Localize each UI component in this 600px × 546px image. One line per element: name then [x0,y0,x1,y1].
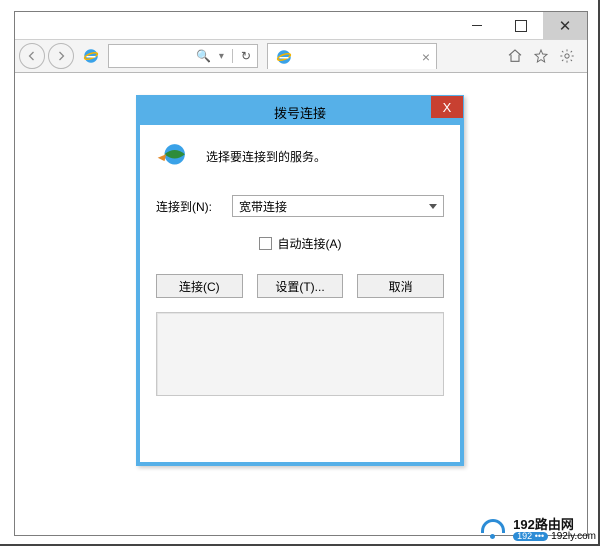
wifi-icon [479,519,507,541]
favorites-star-icon[interactable] [533,48,549,64]
watermark-domain: 192ly.com [551,532,596,543]
dialog-title-text: 拨号连接 [274,103,326,122]
auto-connect-checkbox[interactable] [259,237,272,250]
arrow-right-icon [55,50,67,62]
screenshot-stage: ✕ 🔍 ▾ ↻ × [0,0,600,546]
window-titlebar: ✕ [15,12,587,40]
refresh-icon[interactable]: ↻ [241,49,251,63]
window-maximize-button[interactable] [499,12,543,39]
ie-logo-icon [274,47,294,67]
connect-button[interactable]: 连接(C) [156,274,243,298]
status-panel [156,312,444,396]
separator [232,49,233,63]
tab-close-button[interactable]: × [422,49,430,65]
tab-strip: × [267,43,496,69]
browser-tab[interactable]: × [267,43,437,69]
back-button[interactable] [19,43,45,69]
watermark-badge: 192 ••• [513,532,548,541]
home-icon[interactable] [507,48,523,64]
dialog-body: 选择要连接到的服务。 连接到(N): 宽带连接 自动连接(A) 连接(C) 设置… [140,125,460,462]
dropdown-caret-icon: ▾ [219,51,224,62]
connection-selected-value: 宽带连接 [239,198,287,215]
cancel-button[interactable]: 取消 [357,274,444,298]
dialog-close-button[interactable]: X [431,96,463,118]
window-close-button[interactable]: ✕ [543,12,587,39]
arrow-left-icon [26,50,38,62]
forward-button[interactable] [48,43,74,69]
close-icon: X [443,100,452,115]
search-icon: 🔍 [196,49,211,63]
dialup-dialog: 拨号连接 X 选择要连接到的服务。 连接到(N): 宽带连接 [136,95,464,466]
dialog-header-text: 选择要连接到的服务。 [206,148,326,165]
settings-button[interactable]: 设置(T)... [257,274,344,298]
watermark-title: 192路由网 [513,518,596,532]
ie-logo-icon [81,46,101,66]
connect-to-label: 连接到(N): [156,198,220,215]
watermark: 192路由网 192 ••• 192ly.com [479,518,596,542]
auto-connect-label: 自动连接(A) [278,235,342,252]
browser-toolbar: 🔍 ▾ ↻ × [15,40,587,73]
connection-combobox[interactable]: 宽带连接 [232,195,444,217]
address-bar[interactable]: 🔍 ▾ ↻ [108,44,258,68]
gear-icon[interactable] [559,48,575,64]
dialog-titlebar: 拨号连接 X [140,99,460,125]
close-icon: ✕ [559,17,572,35]
window-minimize-button[interactable] [455,12,499,39]
connection-globe-icon [156,139,190,173]
toolbar-right-icons [499,48,583,64]
